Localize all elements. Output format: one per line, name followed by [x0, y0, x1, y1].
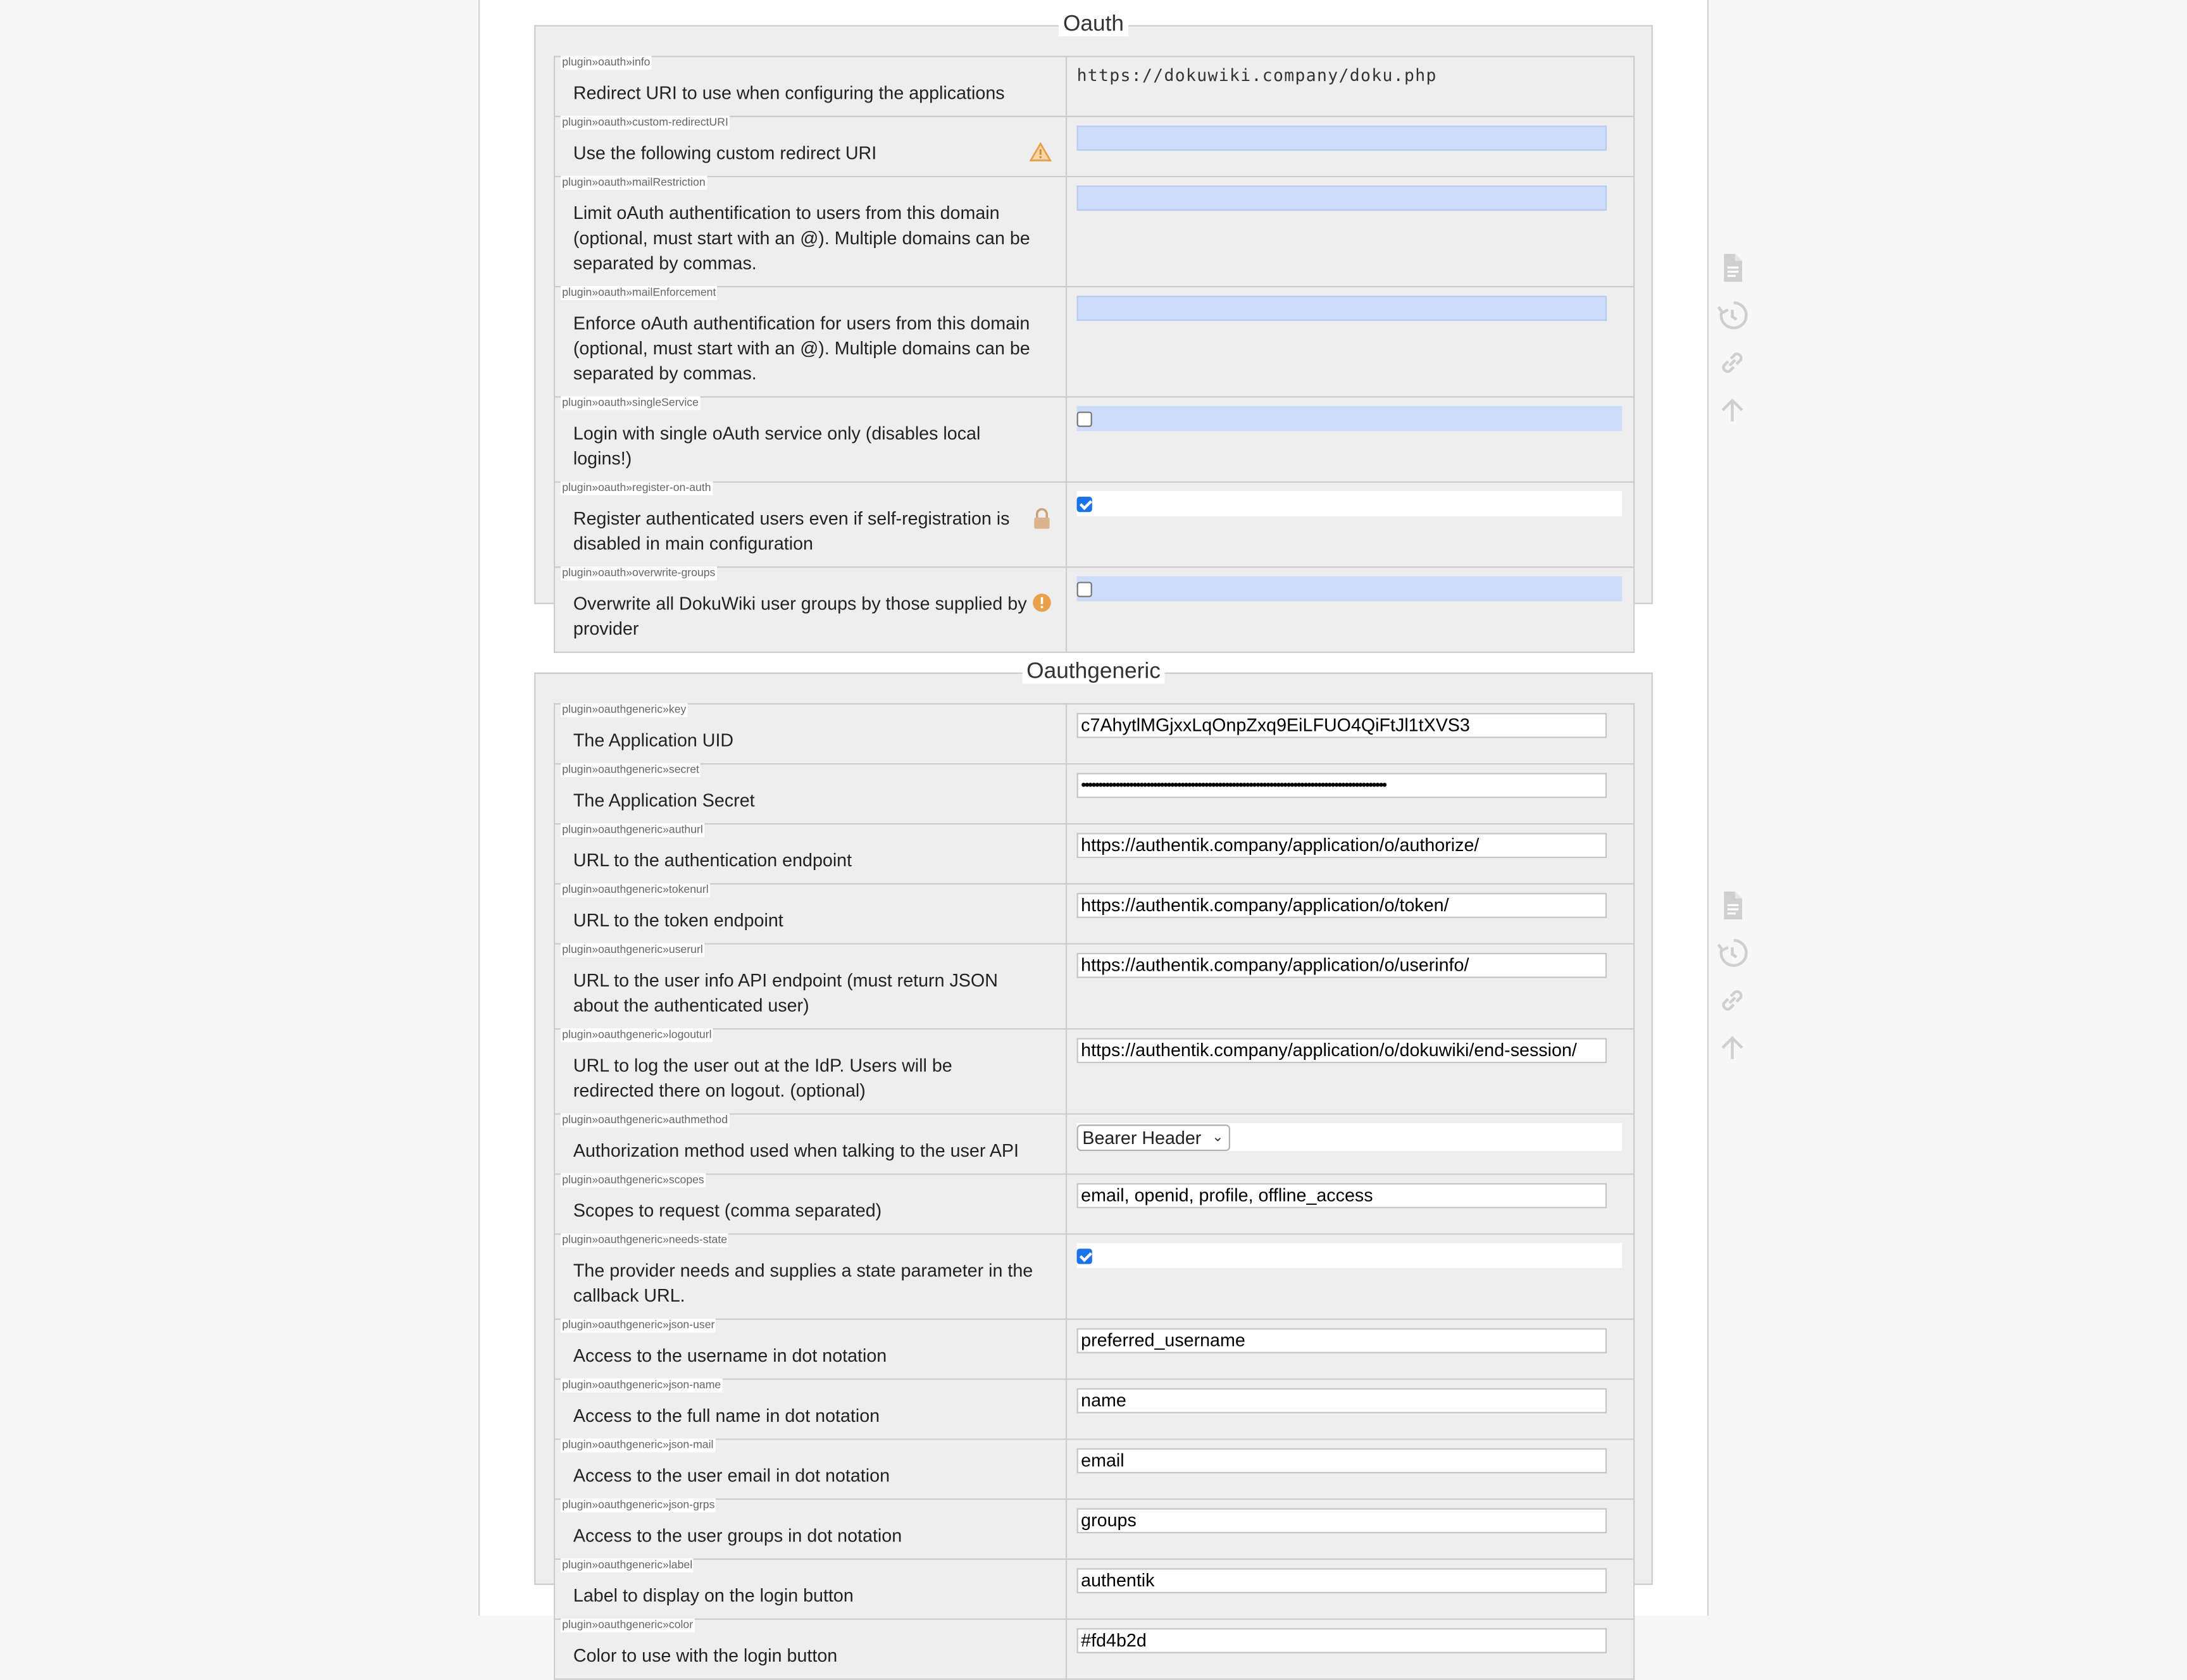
json-mail-input[interactable]: email: [1076, 1448, 1607, 1474]
register-on-auth-checkbox[interactable]: [1076, 495, 1092, 512]
setting-key: plugin»oauth»info: [561, 56, 652, 70]
section-title: Oauth: [535, 11, 1651, 39]
single-service-checkbox[interactable]: [1076, 411, 1092, 426]
setting-row: plugin»oauth»register-on-auth Register a…: [554, 481, 1635, 568]
oauth-section: Oauth plugin»oauth»info Redirect URI to …: [534, 12, 1653, 653]
json-name-input[interactable]: name: [1076, 1388, 1607, 1414]
page-content: Oauth plugin»oauth»info Redirect URI to …: [478, 0, 1709, 1680]
setting-key: plugin»oauth»overwrite-groups: [561, 566, 717, 581]
setting-key: plugin»oauth»mailEnforcement: [561, 286, 718, 301]
setting-row: plugin»oauthgeneric»authurl URL to the a…: [554, 823, 1635, 885]
setting-key: plugin»oauthgeneric»authmethod: [561, 1113, 730, 1128]
setting-row: plugin»oauth»overwrite-groups Overwrite …: [554, 566, 1635, 653]
oauthgeneric-section: Oauthgeneric plugin»oauthgeneric»key The…: [534, 659, 1653, 1680]
setting-row: plugin»oauthgeneric»secret The Applicati…: [554, 763, 1635, 825]
setting-label: Enforce oAuth authentification for users…: [573, 312, 1030, 384]
history-icon[interactable]: [1716, 936, 1749, 969]
setting-key: plugin»oauthgeneric»tokenurl: [561, 883, 710, 897]
setting-row: plugin»oauthgeneric»json-name Access to …: [554, 1378, 1635, 1440]
setting-row: plugin»oauthgeneric»color Color to use w…: [554, 1618, 1635, 1680]
setting-key: plugin»oauthgeneric»json-user: [561, 1318, 716, 1333]
setting-key: plugin»oauthgeneric»json-name: [561, 1378, 723, 1393]
setting-key: plugin»oauth»singleService: [561, 396, 701, 411]
setting-row: plugin»oauth»mailEnforcement Enforce oAu…: [554, 286, 1635, 398]
setting-key: plugin»oauth»register-on-auth: [561, 481, 713, 495]
setting-key: plugin»oauthgeneric»key: [561, 703, 688, 718]
overwrite-groups-checkbox[interactable]: [1076, 581, 1092, 597]
setting-row: plugin»oauthgeneric»needs-state The prov…: [554, 1233, 1635, 1320]
button-label-input[interactable]: authentik: [1076, 1568, 1607, 1593]
setting-key: plugin»oauthgeneric»json-grps: [561, 1498, 716, 1513]
json-user-input[interactable]: preferred_username: [1076, 1328, 1607, 1353]
auth-url-input[interactable]: https://authentik.company/application/o/…: [1076, 833, 1607, 859]
custom-redirect-uri-input[interactable]: [1076, 125, 1607, 151]
setting-row: plugin»oauthgeneric»userurl URL to the u…: [554, 943, 1635, 1030]
setting-key: plugin»oauthgeneric»color: [561, 1618, 695, 1633]
setting-key: plugin»oauthgeneric»needs-state: [561, 1233, 729, 1248]
setting-key: plugin»oauthgeneric»label: [561, 1558, 694, 1572]
setting-row: plugin»oauthgeneric»json-mail Access to …: [554, 1438, 1635, 1500]
mail-enforcement-input[interactable]: [1076, 296, 1607, 321]
mail-restriction-input[interactable]: [1076, 185, 1607, 211]
setting-row: plugin»oauthgeneric»logouturl URL to log…: [554, 1028, 1635, 1115]
setting-key: plugin»oauthgeneric»logouturl: [561, 1028, 713, 1043]
setting-label: Limit oAuth authentification to users fr…: [573, 202, 1030, 274]
application-uid-input[interactable]: c7AhytlMGjxxLqOnpZxq9EiLFUO4QiFtJl1tXVS3: [1076, 712, 1607, 738]
setting-row: plugin»oauthgeneric»tokenurl URL to the …: [554, 883, 1635, 945]
setting-row: plugin»oauth»custom-redirectURI Use the …: [554, 116, 1635, 178]
setting-key: plugin»oauth»custom-redirectURI: [561, 116, 730, 130]
link-icon[interactable]: [1716, 983, 1749, 1017]
scopes-input[interactable]: email, openid, profile, offline_access: [1076, 1183, 1607, 1209]
setting-key: plugin»oauthgeneric»userurl: [561, 943, 705, 957]
setting-key: plugin»oauthgeneric»json-mail: [561, 1438, 715, 1453]
setting-key: plugin»oauth»mailRestriction: [561, 175, 707, 190]
setting-row: plugin»oauth»mailRestriction Limit oAuth…: [554, 175, 1635, 288]
token-url-input[interactable]: https://authentik.company/application/o/…: [1076, 893, 1607, 918]
page-icon[interactable]: [1716, 251, 1749, 285]
arrow-up-icon[interactable]: [1716, 394, 1749, 427]
logout-url-input[interactable]: https://authentik.company/application/o/…: [1076, 1038, 1607, 1064]
setting-row: plugin»oauthgeneric»json-user Access to …: [554, 1318, 1635, 1380]
json-groups-input[interactable]: groups: [1076, 1508, 1607, 1534]
button-color-input[interactable]: #fd4b2d: [1076, 1628, 1607, 1653]
page-tools: [1716, 889, 1749, 1079]
setting-key: plugin»oauthgeneric»secret: [561, 763, 701, 778]
needs-state-checkbox[interactable]: [1076, 1248, 1092, 1264]
section-title: Oauthgeneric: [535, 659, 1651, 687]
arrow-up-icon[interactable]: [1716, 1031, 1749, 1064]
user-url-input[interactable]: https://authentik.company/application/o/…: [1076, 952, 1607, 978]
setting-key: plugin»oauthgeneric»scopes: [561, 1173, 706, 1188]
page-tools: [1716, 251, 1749, 441]
history-icon[interactable]: [1716, 299, 1749, 332]
application-secret-input[interactable]: ••••••••••••••••••••••••••••••••••••••••…: [1076, 773, 1607, 799]
chevron-down-icon: ⌄: [1212, 1129, 1224, 1145]
setting-row: plugin»oauth»singleService Login with si…: [554, 396, 1635, 483]
setting-row: plugin»oauthgeneric»label Label to displ…: [554, 1558, 1635, 1620]
exclamation-circle-icon: [1033, 594, 1051, 612]
setting-row: plugin»oauth»info Redirect URI to use wh…: [554, 56, 1635, 118]
setting-row: plugin»oauthgeneric»authmethod Authoriza…: [554, 1113, 1635, 1175]
page-icon[interactable]: [1716, 889, 1749, 923]
auth-method-select[interactable]: Bearer Header ⌄: [1076, 1124, 1231, 1150]
setting-row: plugin»oauthgeneric»key The Application …: [554, 703, 1635, 765]
warning-triangle-icon: [1029, 142, 1052, 161]
redirect-uri-value: https://dokuwiki.company/doku.php: [1076, 65, 1437, 85]
link-icon[interactable]: [1716, 346, 1749, 380]
setting-row: plugin»oauthgeneric»json-grps Access to …: [554, 1498, 1635, 1560]
setting-row: plugin»oauthgeneric»scopes Scopes to req…: [554, 1173, 1635, 1235]
setting-key: plugin»oauthgeneric»authurl: [561, 823, 705, 837]
lock-icon: [1034, 508, 1050, 529]
